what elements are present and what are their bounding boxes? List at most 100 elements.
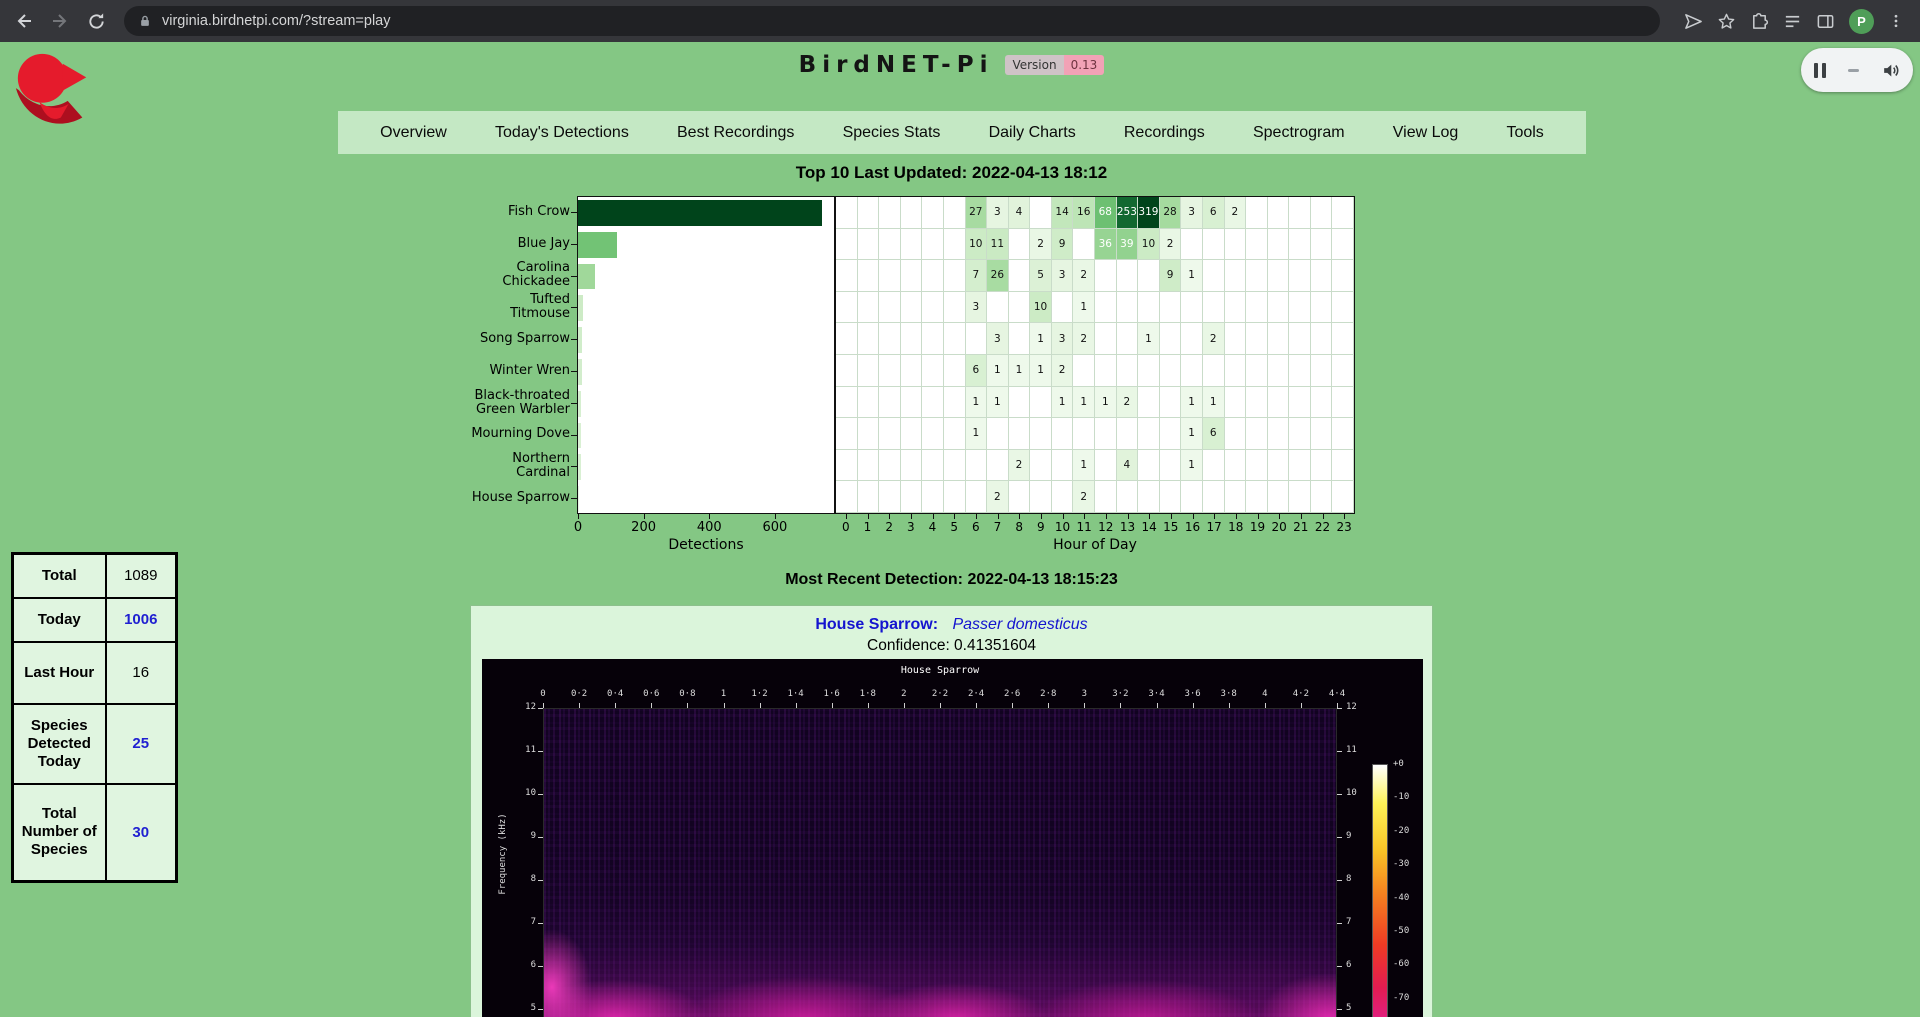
heat-cell-house-sparrow-h8	[1009, 481, 1031, 513]
hour-tick-label: 8	[1008, 520, 1030, 534]
heat-cell-house-sparrow-h23	[1332, 481, 1354, 513]
lock-icon	[138, 14, 152, 28]
heat-cell-carolina-chickadee-h17	[1203, 260, 1225, 292]
side-panel-icon[interactable]	[1816, 12, 1835, 31]
heat-cell-northern-cardinal-h0	[836, 450, 858, 482]
stat-value[interactable]: 1006	[106, 598, 177, 642]
heat-cell-song-sparrow-h8	[1009, 323, 1031, 355]
heat-cell-winter-wren-h1	[858, 355, 880, 387]
heat-cell-blue-jay-h3	[901, 229, 923, 261]
heat-cell-blue-jay-h20	[1268, 229, 1290, 261]
heat-cell-northern-cardinal-h1	[858, 450, 880, 482]
stat-value[interactable]: 25	[106, 704, 177, 784]
heat-cell-northern-cardinal-h4	[922, 450, 944, 482]
hour-tickmark	[1041, 514, 1042, 519]
heat-cell-carolina-chickadee-h15: 9	[1160, 260, 1182, 292]
heat-cell-tufted-titmouse-h6: 3	[966, 292, 988, 324]
menu-kebab-icon[interactable]	[1888, 12, 1904, 30]
heat-cell-house-sparrow-h15	[1160, 481, 1182, 513]
hour-tick-label: 5	[943, 520, 965, 534]
heat-cell-song-sparrow-h14: 1	[1138, 323, 1160, 355]
heat-cell-mourning-dove-h11	[1073, 418, 1095, 450]
reading-list-icon[interactable]	[1783, 12, 1802, 31]
reload-button[interactable]	[80, 5, 112, 37]
heat-cell-house-sparrow-h6	[966, 481, 988, 513]
hour-tick-label: 10	[1052, 520, 1074, 534]
heat-cell-song-sparrow-h4	[922, 323, 944, 355]
heat-cell-northern-cardinal-h15	[1160, 450, 1182, 482]
heat-cell-tufted-titmouse-h8	[1009, 292, 1031, 324]
back-button[interactable]	[8, 5, 40, 37]
address-bar[interactable]: virginia.birdnetpi.com/?stream=play	[124, 6, 1660, 36]
heat-cell-fish-crow-h10: 14	[1052, 197, 1074, 229]
heat-cell-winter-wren-h16	[1181, 355, 1203, 387]
heat-cell-tufted-titmouse-h3	[901, 292, 923, 324]
heat-cell-black-throated-green-warbler-h17: 1	[1203, 387, 1225, 419]
heat-cell-fish-crow-h14: 319	[1138, 197, 1160, 229]
heat-cell-song-sparrow-h12	[1095, 323, 1117, 355]
stats-row-total: Total1089	[13, 554, 177, 598]
hour-tickmark	[1106, 514, 1107, 519]
hour-tick-label: 6	[965, 520, 987, 534]
yaxis-label-black-throated-green-warbler: Black-throated Green Warbler	[468, 387, 570, 419]
heat-cell-blue-jay-h12: 36	[1095, 229, 1117, 261]
heat-cell-tufted-titmouse-h18	[1225, 292, 1247, 324]
y-tickmark	[571, 403, 577, 404]
heat-cell-house-sparrow-h18	[1225, 481, 1247, 513]
hour-tickmark	[1301, 514, 1302, 519]
heat-cell-fish-crow-h3	[901, 197, 923, 229]
heat-cell-black-throated-green-warbler-h23	[1332, 387, 1354, 419]
heat-cell-mourning-dove-h1	[858, 418, 880, 450]
heat-cell-carolina-chickadee-h16: 1	[1181, 260, 1203, 292]
send-icon[interactable]	[1684, 12, 1703, 31]
heatmap-grid: 2734141668253319283621011293639102726532…	[835, 196, 1355, 514]
url-text[interactable]: virginia.birdnetpi.com/?stream=play	[162, 13, 390, 29]
heat-cell-carolina-chickadee-h6: 7	[966, 260, 988, 292]
heat-cell-northern-cardinal-h23	[1332, 450, 1354, 482]
heat-cell-winter-wren-h11	[1073, 355, 1095, 387]
heat-cell-carolina-chickadee-h10: 3	[1052, 260, 1074, 292]
heat-cell-song-sparrow-h23	[1332, 323, 1354, 355]
x-tickmark	[709, 514, 710, 519]
heat-cell-house-sparrow-h21	[1289, 481, 1311, 513]
heat-cell-black-throated-green-warbler-h14	[1138, 387, 1160, 419]
extensions-icon[interactable]	[1750, 12, 1769, 31]
hour-tickmark	[1084, 514, 1085, 519]
bar-xaxis-label: Detections	[577, 537, 835, 553]
stats-row-today: Today1006	[13, 598, 177, 642]
heat-cell-northern-cardinal-h3	[901, 450, 923, 482]
heat-cell-northern-cardinal-h20	[1268, 450, 1290, 482]
heat-cell-fish-crow-h2	[879, 197, 901, 229]
stat-value[interactable]: 30	[106, 784, 177, 882]
heat-cell-tufted-titmouse-h16	[1181, 292, 1203, 324]
heat-cell-song-sparrow-h0	[836, 323, 858, 355]
heat-cell-house-sparrow-h17	[1203, 481, 1225, 513]
heat-cell-tufted-titmouse-h15	[1160, 292, 1182, 324]
heat-cell-carolina-chickadee-h11: 2	[1073, 260, 1095, 292]
heat-cell-song-sparrow-h19	[1246, 323, 1268, 355]
heat-cell-black-throated-green-warbler-h22	[1311, 387, 1333, 419]
heat-cell-fish-crow-h0	[836, 197, 858, 229]
heat-cell-house-sparrow-h11: 2	[1073, 481, 1095, 513]
stat-label: Last Hour	[13, 642, 106, 704]
profile-avatar[interactable]: P	[1849, 9, 1874, 34]
heat-cell-song-sparrow-h10: 3	[1052, 323, 1074, 355]
forward-button[interactable]	[44, 5, 76, 37]
heat-cell-fish-crow-h13: 253	[1117, 197, 1139, 229]
heat-cell-fish-crow-h1	[858, 197, 880, 229]
bar-mourning-dove	[578, 423, 581, 449]
hour-tickmark	[954, 514, 955, 519]
x-tickmark	[644, 514, 645, 519]
heat-cell-carolina-chickadee-h7: 26	[987, 260, 1009, 292]
stats-table-body: Total1089Today1006Last Hour16Species Det…	[13, 554, 177, 882]
heat-cell-mourning-dove-h10	[1052, 418, 1074, 450]
y-tickmark	[571, 244, 577, 245]
hour-tick-label: 3	[900, 520, 922, 534]
bookmark-star-icon[interactable]	[1717, 12, 1736, 31]
hour-tickmark	[1128, 514, 1129, 519]
heat-cell-black-throated-green-warbler-h16: 1	[1181, 387, 1203, 419]
heat-cell-fish-crow-h5	[944, 197, 966, 229]
heat-cell-tufted-titmouse-h11: 1	[1073, 292, 1095, 324]
heat-cell-carolina-chickadee-h8	[1009, 260, 1031, 292]
heat-cell-mourning-dove-h6: 1	[966, 418, 988, 450]
